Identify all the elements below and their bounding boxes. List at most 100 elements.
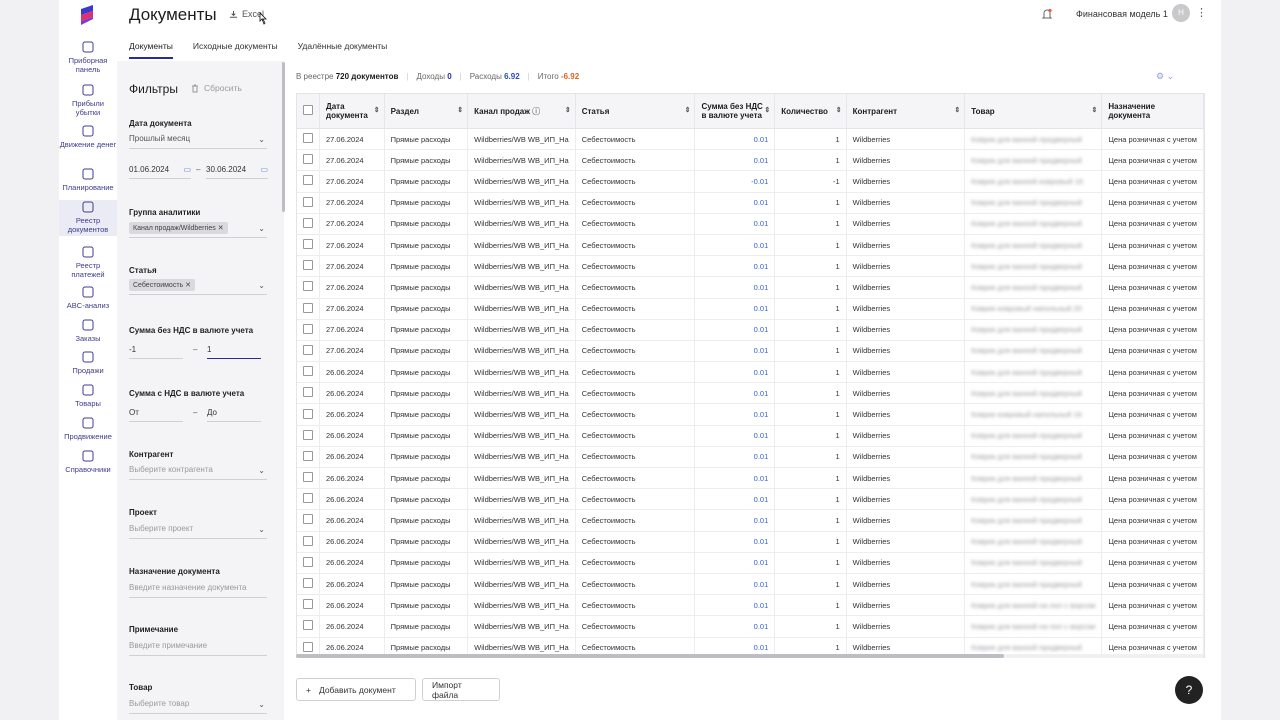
sort-icon[interactable]: ⇕	[374, 106, 380, 115]
row-checkbox[interactable]	[303, 260, 313, 271]
analytics-group-chip[interactable]: Канал продаж/Wildberries ✕	[129, 222, 228, 234]
row-checkbox[interactable]	[303, 408, 313, 419]
column-header[interactable]: Назначение документа	[1101, 94, 1204, 129]
column-header[interactable]: Канал продаж ⓘ ⇕	[467, 94, 576, 129]
column-settings-icon[interactable]: ⚙ ⌄	[1156, 71, 1174, 82]
row-select-cell[interactable]	[297, 552, 320, 574]
row-select-cell[interactable]	[297, 361, 320, 384]
row-checkbox[interactable]	[303, 344, 313, 355]
row-checkbox[interactable]	[303, 620, 313, 631]
notifications-bell-icon[interactable]	[1041, 8, 1053, 20]
date-from-input[interactable]: 01.06.2024 ▭	[129, 165, 191, 179]
finance-model-selector[interactable]: Финансовая модель 1	[1076, 9, 1168, 19]
tab-documents[interactable]: Документы	[129, 41, 173, 59]
sidebar-item-wallet[interactable]: Реестр платежей	[59, 245, 117, 279]
table-row[interactable]: 27.06.2024 Прямые расходы Wildberries/WB W…	[297, 255, 1204, 278]
column-header[interactable]: Товар ⇕	[964, 94, 1103, 129]
table-row[interactable]: 27.06.2024 Прямые расходы Wildberries/WB W…	[297, 340, 1204, 363]
avatar[interactable]: Н	[1172, 4, 1190, 22]
table-row[interactable]: 27.06.2024 Прямые расходы Wildberries/WB W…	[297, 149, 1204, 172]
column-header[interactable]: Контрагент ⇕	[846, 94, 966, 129]
row-select-cell[interactable]	[297, 255, 320, 278]
sort-icon[interactable]: ⇕	[1091, 106, 1097, 115]
table-row[interactable]: 26.06.2024 Прямые расходы Wildberries/WB W…	[297, 531, 1204, 553]
tab-deleted-documents[interactable]: Удалённые документы	[298, 41, 388, 59]
sort-icon[interactable]: ⇕	[954, 106, 960, 115]
row-checkbox[interactable]	[303, 366, 313, 377]
row-select-cell[interactable]	[297, 276, 320, 299]
row-select-cell[interactable]	[297, 594, 320, 617]
column-header[interactable]: Дата документа ⇕	[319, 94, 385, 129]
add-document-button[interactable]: + Добавить документ	[296, 678, 416, 701]
row-select-cell[interactable]	[297, 446, 320, 469]
table-row[interactable]: 26.06.2024 Прямые расходы Wildberries/WB W…	[297, 552, 1204, 574]
sidebar-item-target[interactable]: Планирование	[59, 167, 117, 197]
table-row[interactable]: 26.06.2024 Прямые расходы Wildberries/WB W…	[297, 446, 1204, 469]
table-row[interactable]: 27.06.2024 Прямые расходы Wildberries/WB W…	[297, 298, 1204, 320]
select-all-checkbox[interactable]	[303, 105, 313, 115]
row-select-cell[interactable]	[297, 319, 320, 341]
row-select-cell[interactable]	[297, 213, 320, 235]
sidebar-item-dashboard[interactable]: Приборная панель	[59, 40, 117, 74]
row-select-cell[interactable]	[297, 615, 320, 638]
row-select-cell[interactable]	[297, 488, 320, 511]
table-row[interactable]: 27.06.2024 Прямые расходы Wildberries/WB W…	[297, 234, 1204, 257]
table-row[interactable]: 26.06.2024 Прямые расходы Wildberries/WB W…	[297, 382, 1204, 405]
table-row[interactable]: 26.06.2024 Прямые расходы Wildberries/WB W…	[297, 425, 1204, 447]
row-select-cell[interactable]	[297, 509, 320, 532]
reset-filters-button[interactable]: Сбросить	[191, 83, 242, 93]
contractor-select[interactable]: Выберите контрагента ⌄	[129, 465, 267, 480]
table-row[interactable]: 27.06.2024 Прямые расходы Wildberries/WB W…	[297, 276, 1204, 299]
sum-vat-to-input[interactable]: До	[207, 408, 261, 422]
row-select-cell[interactable]	[297, 234, 320, 257]
table-row[interactable]: 26.06.2024 Прямые расходы Wildberries/WB W…	[297, 615, 1204, 638]
row-select-cell[interactable]	[297, 425, 320, 447]
table-row[interactable]: 26.06.2024 Прямые расходы Wildberries/WB W…	[297, 467, 1204, 490]
table-row[interactable]: 26.06.2024 Прямые расходы Wildberries/WB W…	[297, 594, 1204, 617]
table-row[interactable]: 27.06.2024 Прямые расходы Wildberries/WB W…	[297, 319, 1204, 341]
sidebar-item-orders[interactable]: Заказы	[59, 318, 117, 348]
row-checkbox[interactable]	[303, 239, 313, 250]
table-row[interactable]: 27.06.2024 Прямые расходы Wildberries/WB W…	[297, 170, 1204, 193]
sum-vat-from-input[interactable]: От	[129, 408, 183, 422]
sort-icon[interactable]: ⇕	[836, 106, 842, 115]
sidebar-item-abc[interactable]: ABC-анализ	[59, 285, 117, 315]
goods-select[interactable]: Выберите товар ⌄	[129, 699, 267, 714]
row-select-cell[interactable]	[297, 467, 320, 490]
row-checkbox[interactable]	[303, 133, 313, 144]
row-select-cell[interactable]	[297, 403, 320, 426]
row-checkbox[interactable]	[303, 302, 313, 313]
row-select-cell[interactable]	[297, 382, 320, 405]
sidebar-item-folder[interactable]: Справочники	[59, 449, 117, 479]
row-checkbox[interactable]	[303, 535, 313, 546]
sidebar-item-documents[interactable]: Реестр документов	[59, 200, 117, 236]
import-file-button[interactable]: Импорт файла	[422, 678, 500, 701]
column-header[interactable]: Сумма без НДС в валюте учета ⇕	[694, 94, 776, 129]
close-icon[interactable]: ✕	[218, 225, 224, 232]
row-checkbox[interactable]	[303, 196, 313, 207]
row-select-cell[interactable]	[297, 573, 320, 596]
column-header[interactable]: Раздел ⇕	[384, 94, 469, 129]
article-chip[interactable]: Себестоимость ✕	[129, 279, 196, 291]
table-row[interactable]: 26.06.2024 Прямые расходы Wildberries/WB W…	[297, 509, 1204, 532]
row-checkbox[interactable]	[303, 578, 313, 589]
row-select-cell[interactable]	[297, 149, 320, 172]
sidebar-item-promo[interactable]: Продвижение	[59, 416, 117, 446]
row-select-cell[interactable]	[297, 531, 320, 553]
close-icon[interactable]: ✕	[185, 282, 191, 289]
row-checkbox[interactable]	[303, 514, 313, 525]
sidebar-item-sales[interactable]: Продажи	[59, 350, 117, 380]
table-row[interactable]: 26.06.2024 Прямые расходы Wildberries/WB W…	[297, 403, 1204, 426]
table-row[interactable]: 27.06.2024 Прямые расходы Wildberries/WB W…	[297, 192, 1204, 214]
sort-icon[interactable]: ⇕	[457, 106, 463, 115]
column-header[interactable]: Количество ⇕	[774, 94, 847, 129]
article-select[interactable]: Себестоимость ✕ ⌄	[129, 279, 267, 295]
row-checkbox[interactable]	[303, 281, 313, 292]
note-input[interactable]: Введите примечание	[129, 641, 267, 656]
sidebar-item-goods[interactable]: Товары	[59, 383, 117, 413]
row-checkbox[interactable]	[303, 175, 313, 186]
scrollbar-thumb[interactable]	[296, 654, 1004, 658]
table-row[interactable]: 27.06.2024 Прямые расходы Wildberries/WB W…	[297, 213, 1204, 235]
sum-no-vat-to-input[interactable]: 1	[207, 345, 261, 359]
row-select-cell[interactable]	[297, 298, 320, 320]
